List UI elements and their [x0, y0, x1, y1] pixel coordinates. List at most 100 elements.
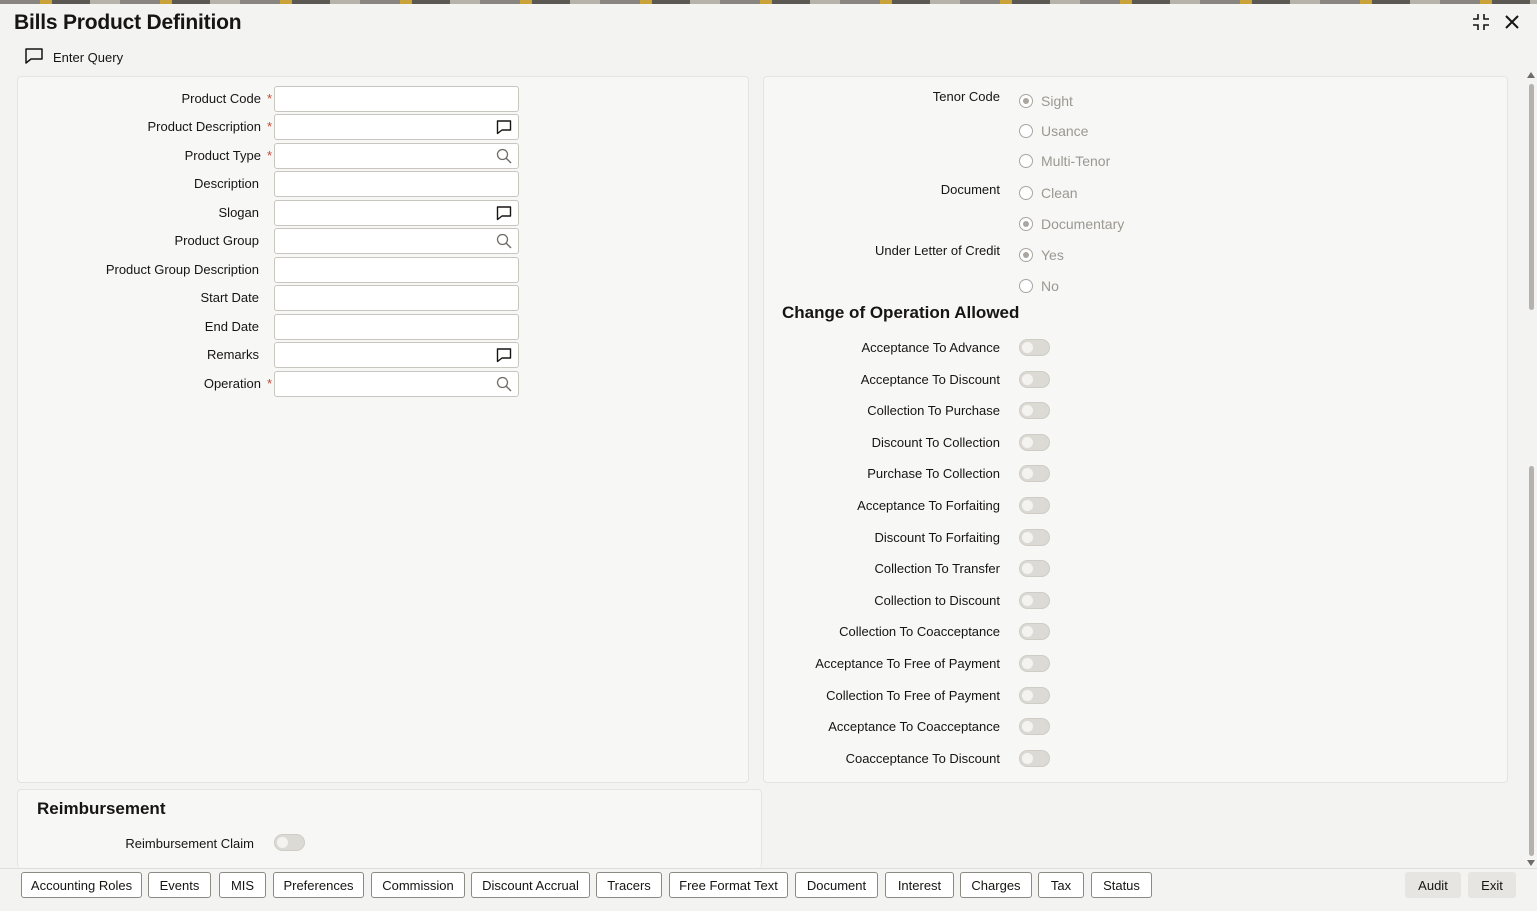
tab-accounting-roles[interactable]: Accounting Roles — [21, 872, 142, 898]
product-code-input[interactable] — [274, 86, 519, 112]
close-icon[interactable] — [1503, 12, 1521, 37]
acceptance-to-discount-toggle[interactable] — [1019, 370, 1050, 388]
field-label-text: Operation — [203, 376, 261, 391]
collection-to-purchase-toggle[interactable] — [1019, 402, 1050, 420]
slogan-input[interactable] — [274, 200, 519, 226]
field-label-text: Slogan — [218, 205, 259, 220]
tab-free-format-text[interactable]: Free Format Text — [669, 872, 788, 898]
acceptance-to-forfaiting-toggle[interactable] — [1019, 497, 1050, 514]
tab-discount-accrual[interactable]: Discount Accrual — [471, 872, 590, 898]
radio-clean[interactable]: Clean — [1019, 185, 1078, 201]
product-group-description-input[interactable] — [274, 257, 519, 283]
acceptance-to-free-of-payment-toggle[interactable] — [1019, 655, 1050, 672]
radio-circle — [1019, 248, 1033, 262]
radio-circle — [1019, 154, 1033, 168]
discount-to-collection-toggle[interactable] — [1019, 433, 1050, 451]
toggle-row-collection-to-coacceptance: Collection To Coacceptance — [764, 622, 1050, 642]
comment-icon[interactable] — [496, 119, 512, 135]
toggle-row-acceptance-to-coacceptance: Acceptance To Coacceptance — [764, 717, 1050, 737]
product-group-input[interactable] — [274, 228, 519, 254]
enter-query-label: Enter Query — [53, 50, 124, 65]
remarks-input[interactable] — [274, 342, 519, 368]
enter-query-button[interactable]: Enter Query — [24, 47, 123, 68]
reimbursement-claim-label: Reimbursement Claim — [125, 836, 254, 851]
discount-to-forfaiting-toggle[interactable] — [1019, 528, 1050, 546]
coacceptance-to-discount-toggle[interactable] — [1019, 749, 1050, 767]
tab-events[interactable]: Events — [148, 872, 211, 898]
audit-button[interactable]: Audit — [1405, 872, 1461, 898]
tab-preferences[interactable]: Preferences — [273, 872, 364, 898]
minimize-icon[interactable] — [1471, 12, 1491, 37]
search-icon[interactable] — [496, 233, 512, 249]
operation-input[interactable] — [274, 371, 519, 397]
exit-button[interactable]: Exit — [1468, 872, 1516, 898]
comment-icon[interactable] — [496, 347, 512, 363]
field-label-text: Remarks — [206, 347, 259, 362]
search-icon[interactable] — [496, 376, 512, 392]
field-label: Product Type * — [185, 148, 272, 163]
search-icon[interactable] — [496, 148, 512, 164]
collection-to-coacceptance-toggle[interactable] — [1019, 623, 1050, 641]
tab-mis[interactable]: MIS — [219, 872, 266, 898]
reimbursement-claim-toggle[interactable] — [274, 834, 305, 851]
radio-usance[interactable]: Usance — [1019, 123, 1088, 139]
comment-icon — [24, 47, 44, 68]
required-asterisk: * — [266, 119, 272, 134]
tenor-code-label: Tenor Code — [932, 89, 1000, 104]
toggle-label: Collection to Discount — [874, 592, 1000, 608]
product-type-input[interactable] — [274, 143, 519, 169]
tab-interest[interactable]: Interest — [885, 872, 954, 898]
field-label: Remarks — [207, 347, 272, 362]
radio-multi-tenor[interactable]: Multi-Tenor — [1019, 153, 1110, 169]
tab-tracers[interactable]: Tracers — [596, 872, 662, 898]
radio-label: Usance — [1041, 123, 1089, 139]
toggle-label: Acceptance To Discount — [860, 371, 1000, 387]
collection-to-free-of-payment-toggle[interactable] — [1019, 686, 1050, 704]
radio-sight[interactable]: Sight — [1019, 93, 1073, 109]
required-asterisk: * — [266, 376, 272, 391]
acceptance-to-advance-toggle[interactable] — [1019, 339, 1050, 356]
field-row-description: Description — [18, 171, 538, 197]
reimbursement-panel: Reimbursement Reimbursement Claim — [17, 789, 762, 868]
radio-label: No — [1041, 278, 1059, 294]
acceptance-to-coacceptance-toggle[interactable] — [1019, 718, 1050, 736]
scroll-down-icon — [1527, 860, 1535, 866]
radio-label: Sight — [1041, 93, 1073, 109]
toggle-row-acceptance-to-advance: Acceptance To Advance — [764, 338, 1050, 358]
field-row-product-type: Product Type * — [18, 143, 538, 169]
collection-to-discount-toggle[interactable] — [1019, 591, 1050, 609]
toggle-row-acceptance-to-discount: Acceptance To Discount — [764, 370, 1050, 390]
purchase-to-collection-toggle[interactable] — [1019, 465, 1050, 483]
under-lc-label: Under Letter of Credit — [874, 243, 1000, 258]
tab-charges[interactable]: Charges — [960, 872, 1032, 898]
tab-commission[interactable]: Commission — [371, 872, 465, 898]
field-row-product-group-description: Product Group Description — [18, 257, 538, 283]
toggle-row-coacceptance-to-discount: Coacceptance To Discount — [764, 749, 1050, 769]
scrollbar-thumb-upper[interactable] — [1529, 84, 1534, 310]
toggle-label: Acceptance To Coacceptance — [828, 719, 1000, 735]
reimbursement-title: Reimbursement — [37, 799, 166, 818]
tab-tax[interactable]: Tax — [1038, 872, 1084, 898]
toggle-row-discount-to-forfaiting: Discount To Forfaiting — [764, 528, 1050, 548]
field-label: Product Description * — [147, 119, 272, 134]
tab-status[interactable]: Status — [1091, 872, 1152, 898]
document-label: Document — [940, 182, 1000, 197]
radio-yes[interactable]: Yes — [1019, 247, 1064, 263]
field-row-product-description: Product Description * — [18, 114, 538, 140]
field-label: Product Code * — [181, 91, 272, 106]
scrollbar-thumb-lower[interactable] — [1529, 466, 1534, 856]
product-description-input[interactable] — [274, 114, 519, 140]
tab-document[interactable]: Document — [795, 872, 878, 898]
radio-label: Yes — [1041, 247, 1064, 263]
radio-circle — [1019, 94, 1033, 108]
comment-icon[interactable] — [496, 205, 512, 221]
toggle-label: Collection To Purchase — [867, 403, 1000, 419]
end-date-input[interactable] — [274, 314, 519, 340]
radio-no[interactable]: No — [1019, 278, 1059, 294]
description-input[interactable] — [274, 171, 519, 197]
start-date-input[interactable] — [274, 285, 519, 311]
vertical-scrollbar[interactable] — [1527, 72, 1535, 866]
toggle-label: Acceptance To Forfaiting — [857, 498, 1000, 513]
radio-documentary[interactable]: Documentary — [1019, 216, 1124, 232]
collection-to-transfer-toggle[interactable] — [1019, 560, 1050, 578]
